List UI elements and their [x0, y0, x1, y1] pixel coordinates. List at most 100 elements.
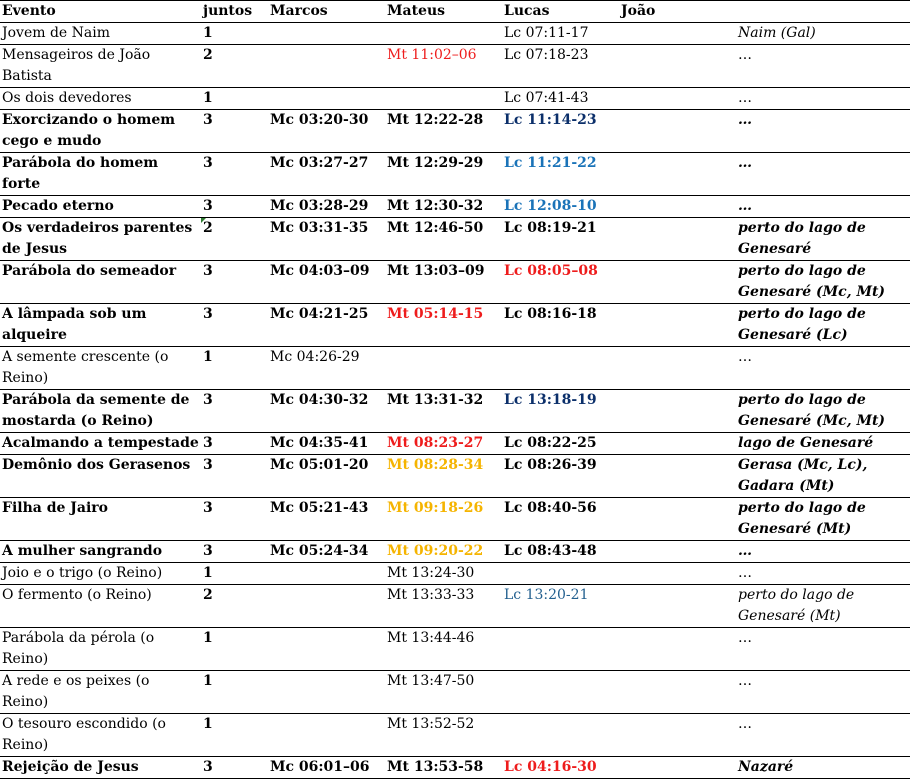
table-row: Parábola do semeador 3 Mc 04:03–09 Mt 13…	[0, 261, 910, 304]
cell-evento: A lâmpada sob um alqueire	[2, 306, 147, 343]
cell-evento: O fermento (o Reino)	[2, 587, 152, 603]
table-row: A lâmpada sob um alqueire 3 Mc 04:21-25 …	[0, 304, 910, 347]
table-row: Exorcizando o homem cego e mudo 3 Mc 03:…	[0, 110, 910, 153]
cell-juntos: 3	[203, 759, 213, 775]
header-mateus: Mateus	[387, 3, 446, 19]
cell-mateus: Mt 12:46-50	[387, 220, 484, 236]
cell-joao	[619, 585, 736, 628]
cell-juntos: 3	[203, 392, 213, 408]
cell-juntos: 3	[203, 457, 213, 473]
table-row: Filha de Jairo 3 Mc 05:21-43 Mt 09:18-26…	[0, 498, 910, 541]
cell-marcos	[268, 563, 385, 585]
cell-marcos: Mc 05:24-34	[270, 543, 369, 559]
table-row: Os dois devedores 1 Lc 07:41-43 …	[0, 88, 910, 110]
cell-joao	[619, 218, 736, 261]
cell-lucas: Lc 08:40-56	[504, 500, 597, 516]
cell-lucas	[502, 714, 619, 757]
cell-joao	[619, 563, 736, 585]
cell-marcos: Mc 05:01-20	[270, 457, 369, 473]
table-row: Parábola do homem forte 3 Mc 03:27-27 Mt…	[0, 153, 910, 196]
cell-juntos: 1	[203, 25, 213, 41]
cell-local: …	[738, 565, 752, 581]
cell-mateus: Mt 12:22-28	[387, 112, 484, 128]
cell-lucas: Lc 07:41-43	[504, 90, 589, 106]
cell-local: Gerasa (Mc, Lc), Gadara (Mt)	[738, 457, 868, 494]
cell-local: …	[738, 112, 752, 128]
cell-local: Naim (Gal)	[738, 25, 816, 41]
cell-marcos: Mc 05:21-43	[270, 500, 369, 516]
cell-mateus	[385, 347, 502, 390]
cell-juntos: 3	[203, 263, 213, 279]
cell-juntos: 2	[203, 47, 213, 63]
cell-lucas: Lc 08:26-39	[504, 457, 597, 473]
cell-local: …	[738, 630, 752, 646]
cell-juntos: 3	[203, 112, 213, 128]
cell-mateus: Mt 13:03–09	[387, 263, 485, 279]
cell-lucas	[502, 671, 619, 714]
cell-joao	[619, 110, 736, 153]
cell-juntos: 1	[203, 565, 213, 581]
cell-joao	[619, 88, 736, 110]
cell-juntos: 1	[203, 673, 213, 689]
table-row: Parábola da semente de mostarda (o Reino…	[0, 390, 910, 433]
cell-evento: Jovem de Naim	[2, 25, 111, 41]
table-row: Demônio dos Gerasenos 3 Mc 05:01-20 Mt 0…	[0, 455, 910, 498]
cell-marcos	[268, 628, 385, 671]
cell-evento: Mensageiros de João Batista	[2, 47, 151, 84]
cell-lucas: Lc 08:05–08	[504, 263, 598, 279]
cell-joao	[619, 714, 736, 757]
cell-lucas: Lc 08:22-25	[504, 435, 597, 451]
cell-juntos: 3	[203, 543, 213, 559]
cell-local: …	[738, 349, 752, 365]
cell-juntos: 2	[203, 587, 213, 603]
cell-joao	[619, 261, 736, 304]
cell-local: …	[738, 90, 752, 106]
cell-evento: Parábola da semente de mostarda (o Reino…	[2, 392, 190, 429]
cell-evento: Os dois devedores	[2, 90, 132, 106]
cell-evento: A mulher sangrando	[2, 543, 163, 559]
cell-joao	[619, 498, 736, 541]
cell-evento: O tesouro escondido (o Reino)	[2, 716, 166, 753]
cell-local: lago de Genesaré	[738, 435, 874, 451]
cell-mateus: Mt 13:44-46	[387, 630, 475, 646]
cell-lucas: Lc 07:18-23	[504, 47, 589, 63]
cell-marcos: Mc 04:35-41	[270, 435, 369, 451]
cell-evento: Acalmando a tempestade	[2, 435, 199, 451]
cell-juntos: 3	[203, 500, 213, 516]
header-evento: Evento	[2, 3, 56, 19]
cell-local: …	[738, 716, 752, 732]
cell-mateus: Mt 13:31-32	[387, 392, 484, 408]
cell-juntos: 3	[203, 155, 213, 171]
cell-local: …	[738, 198, 752, 214]
cell-lucas	[502, 347, 619, 390]
cell-juntos: 1	[203, 90, 213, 106]
cell-evento: Pecado eterno	[2, 198, 114, 214]
cell-joao	[619, 45, 736, 88]
table-row: Pecado eterno 3 Mc 03:28-29 Mt 12:30-32 …	[0, 196, 910, 218]
cell-local: perto do lago de Genesaré (Lc)	[738, 306, 866, 343]
cell-local: …	[738, 543, 752, 559]
cell-mateus: Mt 12:29-29	[387, 155, 484, 171]
cell-local: perto do lago de Genesaré (Mt)	[738, 587, 855, 624]
cell-evento: Joio e o trigo (o Reino)	[2, 565, 163, 581]
cell-marcos: Mc 03:27-27	[270, 155, 369, 171]
cell-lucas: Lc 11:21-22	[504, 155, 597, 171]
cell-juntos: 3	[203, 435, 213, 451]
cell-joao	[619, 23, 736, 45]
cell-lucas	[502, 563, 619, 585]
cell-marcos	[268, 23, 385, 45]
cell-juntos: 3	[203, 306, 213, 322]
cell-local: …	[738, 673, 752, 689]
cell-mateus: Mt 11:02–06	[387, 47, 477, 63]
table-row: Rejeição de Jesus 3 Mc 06:01–06 Mt 13:53…	[0, 757, 910, 779]
cell-juntos: 3	[203, 198, 213, 214]
table-row: A rede e os peixes (o Reino) 1 Mt 13:47-…	[0, 671, 910, 714]
cell-joao	[619, 671, 736, 714]
cell-joao	[619, 433, 736, 455]
cell-juntos: 1	[203, 349, 213, 365]
cell-marcos: Mc 03:20-30	[270, 112, 369, 128]
cell-evento: Rejeição de Jesus	[2, 759, 139, 775]
cell-local: perto do lago de Genesaré (Mt)	[738, 500, 866, 537]
cell-evento: Parábola do semeador	[2, 263, 177, 279]
cell-evento: A semente crescente (o Reino)	[2, 349, 169, 386]
